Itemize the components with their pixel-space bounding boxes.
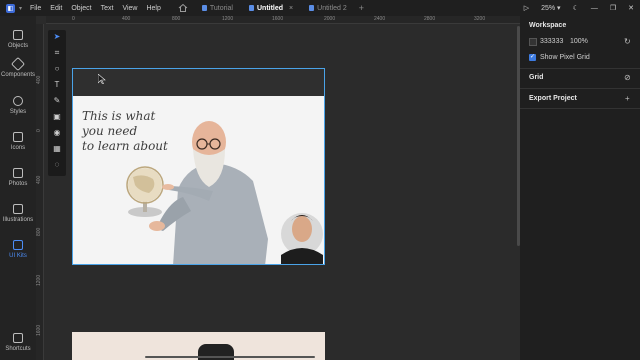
hero-photo-man-with-globe[interactable] xyxy=(73,69,325,265)
nav-ui-kits[interactable]: UI Kits xyxy=(0,240,36,259)
ruler-tick-label: 0 xyxy=(72,16,75,22)
eye-hidden-icon[interactable]: ⊘ xyxy=(624,73,631,82)
nav-shortcuts[interactable]: Shortcuts xyxy=(0,333,36,352)
ruler-tick-label: 1200 xyxy=(36,274,42,286)
icons-icon xyxy=(13,132,23,142)
menu-file[interactable]: File xyxy=(30,5,41,12)
text-tool-icon[interactable]: T xyxy=(52,80,62,90)
file-icon xyxy=(201,5,207,11)
add-tab-button[interactable]: + xyxy=(359,3,364,13)
ruler-tick-label: 2000 xyxy=(324,16,336,22)
divider xyxy=(520,68,640,69)
workspace-color-value[interactable]: 333333 xyxy=(540,38,563,45)
illustrations-icon xyxy=(13,204,23,214)
tab-untitled-2[interactable]: Untitled 2 xyxy=(301,0,355,16)
artboard-hero[interactable]: This is what you need to learn about xyxy=(72,68,325,265)
tab-untitled[interactable]: Untitled × xyxy=(241,0,301,16)
tool-strip: ➤ ⌗ ○ T ✎ ▣ ◉ ▦ ◌ xyxy=(48,30,66,176)
component-tool-icon[interactable]: ◉ xyxy=(52,128,62,138)
file-icon xyxy=(309,5,315,11)
menu-object[interactable]: Object xyxy=(71,5,91,12)
ruler-tick-label: 800 xyxy=(36,227,42,236)
file-icon xyxy=(248,5,254,11)
image-tool-icon[interactable]: ▣ xyxy=(52,112,62,122)
nav-label: Objects xyxy=(7,43,29,49)
keyboard-icon xyxy=(13,333,23,343)
minimize-icon[interactable]: — xyxy=(591,5,598,12)
right-panel: Workspace 333333 100% ↻ ✓ Show Pixel Gri… xyxy=(520,16,640,360)
divider xyxy=(520,108,640,109)
app-logo-icon[interactable]: ◧ xyxy=(6,3,15,13)
ruler-tick-label: 800 xyxy=(172,16,181,22)
restore-icon[interactable]: ❐ xyxy=(610,4,616,12)
pen-tool-icon[interactable]: ✎ xyxy=(52,96,62,106)
ruler-tick-label: 2400 xyxy=(374,16,386,22)
nav-photos[interactable]: Photos xyxy=(0,168,36,187)
nav-label: Icons xyxy=(10,145,26,151)
nav-illustrations[interactable]: Illustrations xyxy=(0,204,36,223)
menu-view[interactable]: View xyxy=(122,5,137,12)
nav-label: Shortcuts xyxy=(5,346,31,352)
mouse-cursor-icon xyxy=(98,74,106,84)
tab-label: Untitled 2 xyxy=(317,4,347,12)
menu-edit[interactable]: Edit xyxy=(50,5,62,12)
chevron-down-icon[interactable]: ▾ xyxy=(19,5,22,12)
ruler-tick-label: 1600 xyxy=(272,16,284,22)
workspace-color-swatch[interactable] xyxy=(529,38,537,46)
nav-label: Photos xyxy=(8,181,28,187)
zoom-level[interactable]: 25% ▾ xyxy=(541,4,560,12)
select-tool-icon[interactable]: ➤ xyxy=(52,32,62,42)
ruler-tick-label: 400 xyxy=(122,16,131,22)
ruler-tick-label: 1200 xyxy=(222,16,234,22)
zoom-value: 25% xyxy=(541,5,556,12)
frame-tool-icon[interactable]: ⌗ xyxy=(52,48,62,58)
ruler-left: 400 0 400 800 1200 1600 xyxy=(36,24,44,360)
ruler-top: 0 400 800 1200 1600 2000 2400 2800 3200 xyxy=(46,16,520,24)
close-icon[interactable]: × xyxy=(289,5,293,12)
ruler-tick-label: 3200 xyxy=(474,16,486,22)
divider xyxy=(520,88,640,89)
export-project-title[interactable]: Export Project xyxy=(529,95,577,102)
menu-text[interactable]: Text xyxy=(101,5,114,12)
workspace-title: Workspace xyxy=(529,22,567,29)
show-pixel-grid-label: Show Pixel Grid xyxy=(540,54,590,61)
ui-kits-icon xyxy=(13,240,23,250)
play-icon[interactable]: ▷ xyxy=(524,4,529,12)
nav-icons[interactable]: Icons xyxy=(0,132,36,151)
tab-label: Untitled xyxy=(256,4,284,12)
nav-objects[interactable]: Objects xyxy=(0,30,36,49)
ellipse-tool-icon[interactable]: ○ xyxy=(52,64,62,74)
nav-styles[interactable]: Styles xyxy=(0,96,36,115)
nav-components[interactable]: Components xyxy=(0,56,36,78)
show-pixel-grid-checkbox[interactable]: ✓ xyxy=(529,54,536,61)
home-icon[interactable] xyxy=(178,3,188,13)
nav-label: Illustrations xyxy=(2,217,34,223)
nav-label: Styles xyxy=(9,109,27,115)
objects-icon xyxy=(13,30,23,40)
ruler-tick-label: 1600 xyxy=(36,324,42,336)
close-window-icon[interactable]: ✕ xyxy=(628,4,634,12)
ruler-tick-label: 400 xyxy=(36,175,42,184)
styles-icon xyxy=(13,96,23,106)
tab-tutorial[interactable]: Tutorial xyxy=(194,0,241,16)
ruler-tick-label: 2800 xyxy=(424,16,436,22)
grid-tool-icon[interactable]: ▦ xyxy=(52,144,62,154)
workspace-opacity-value[interactable]: 100% xyxy=(570,38,588,45)
add-export-button[interactable]: + xyxy=(625,94,630,103)
components-icon xyxy=(10,56,26,72)
photos-icon xyxy=(13,168,23,178)
reset-icon[interactable]: ↻ xyxy=(624,37,631,46)
left-nav: Objects Components Styles Icons Photos I… xyxy=(0,16,36,360)
nav-label: Components xyxy=(0,72,36,78)
moon-icon[interactable]: ☾ xyxy=(573,4,579,12)
title-bar: ◧ ▾ File Edit Object Text View Help Tuto… xyxy=(0,0,640,16)
tab-label: Tutorial xyxy=(209,4,233,12)
comment-tool-icon[interactable]: ◌ xyxy=(52,160,62,170)
menu-help[interactable]: Help xyxy=(146,5,160,12)
grid-title: Grid xyxy=(529,74,544,81)
ruler-tick-label: 400 xyxy=(36,75,42,84)
nav-label: UI Kits xyxy=(9,253,27,259)
ruler-tick-label: 0 xyxy=(36,129,42,132)
horizontal-scrollbar[interactable] xyxy=(145,356,315,358)
